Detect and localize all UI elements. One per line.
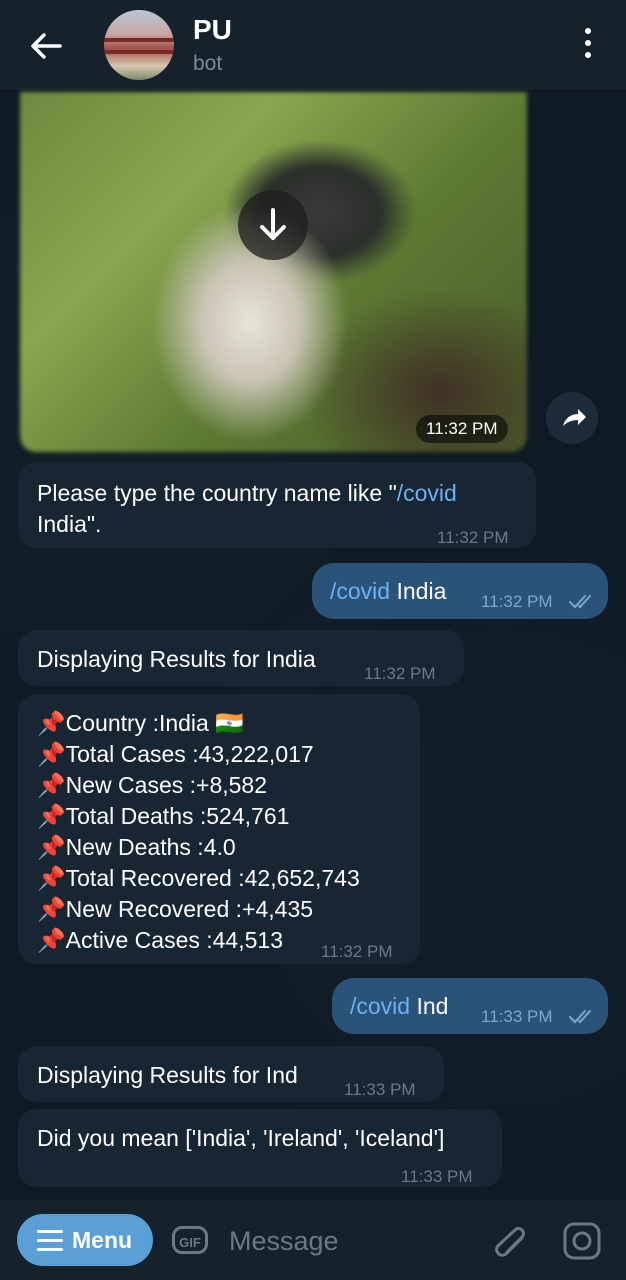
message-text: India — [396, 578, 447, 604]
message-text: Displaying Results for India — [37, 646, 316, 672]
photo-message[interactable] — [20, 92, 527, 452]
menu-button-label: Menu — [72, 1227, 133, 1253]
covid-stats-list: 📌Country :India 🇮🇳 📌Total Cases :43,222,… — [37, 708, 360, 956]
share-button[interactable] — [546, 392, 598, 444]
stat-line: 📌New Cases :+8,582 — [37, 772, 268, 798]
message-time: 11:32 PM — [364, 664, 436, 683]
stat-line: 📌Total Recovered :42,652,743 — [37, 865, 360, 891]
chat-header: PU bot — [0, 0, 626, 91]
message-time: 11:32 PM — [321, 942, 393, 961]
message-text: India". — [37, 511, 102, 537]
message-bubble-incoming[interactable]: Displaying Results for Ind 11:33 PM — [18, 1046, 444, 1102]
command-link[interactable]: /covid — [350, 993, 410, 1019]
avatar[interactable] — [104, 10, 174, 80]
download-button[interactable] — [238, 190, 308, 260]
message-text: Did you mean ['India', 'Ireland', 'Icela… — [37, 1125, 445, 1151]
stat-line: 📌Total Cases :43,222,017 — [37, 741, 314, 767]
command-link[interactable]: /covid — [330, 578, 390, 604]
message-time: 11:33 PM — [481, 1007, 553, 1026]
chat-title[interactable]: PU — [193, 14, 232, 46]
double-check-icon — [569, 595, 591, 609]
menu-icon — [37, 1230, 63, 1257]
bot-menu-button[interactable]: Menu — [17, 1214, 153, 1266]
message-time: 11:33 PM — [344, 1080, 416, 1099]
download-arrow-icon — [260, 208, 286, 240]
message-input[interactable]: Message — [229, 1226, 339, 1257]
attach-icon[interactable] — [490, 1220, 530, 1262]
message-text: Displaying Results for Ind — [37, 1062, 298, 1088]
command-link[interactable]: /covid — [397, 480, 457, 506]
forward-icon — [563, 409, 586, 426]
message-bubble-incoming[interactable]: Please type the country name like "/covi… — [18, 462, 536, 548]
stat-line: 📌New Recovered :+4,435 — [37, 896, 314, 922]
gif-icon[interactable]: GIF — [172, 1226, 208, 1254]
stat-line: 📌New Deaths :4.0 — [37, 834, 236, 860]
message-text: Ind — [416, 993, 449, 1019]
chat-status: bot — [193, 52, 223, 75]
stat-line: 📌Active Cases :44,513 — [37, 927, 283, 953]
camera-icon[interactable] — [562, 1221, 602, 1261]
double-check-icon — [569, 1010, 591, 1024]
message-time: 11:32 PM — [481, 592, 553, 611]
message-bubble-incoming[interactable]: Displaying Results for India 11:32 PM — [18, 630, 464, 686]
back-arrow-icon[interactable] — [26, 26, 66, 66]
more-options-icon[interactable] — [578, 28, 598, 64]
message-input-bar: Menu GIF Message — [0, 1200, 626, 1280]
message-bubble-outgoing[interactable]: /covid India 11:32 PM — [312, 563, 608, 619]
message-time: 11:32 PM — [437, 528, 509, 547]
message-bubble-incoming[interactable]: Did you mean ['India', 'Ireland', 'Icela… — [18, 1109, 502, 1187]
message-time: 11:33 PM — [401, 1167, 473, 1186]
message-bubble-outgoing[interactable]: /covid Ind 11:33 PM — [332, 978, 608, 1034]
message-bubble-incoming[interactable]: 📌Country :India 🇮🇳 📌Total Cases :43,222,… — [18, 694, 420, 964]
stat-line: 📌Country :India 🇮🇳 — [37, 710, 244, 736]
photo-timestamp: 11:32 PM — [416, 415, 508, 443]
message-text: Please type the country name like " — [37, 480, 397, 506]
stat-line: 📌Total Deaths :524,761 — [37, 803, 290, 829]
